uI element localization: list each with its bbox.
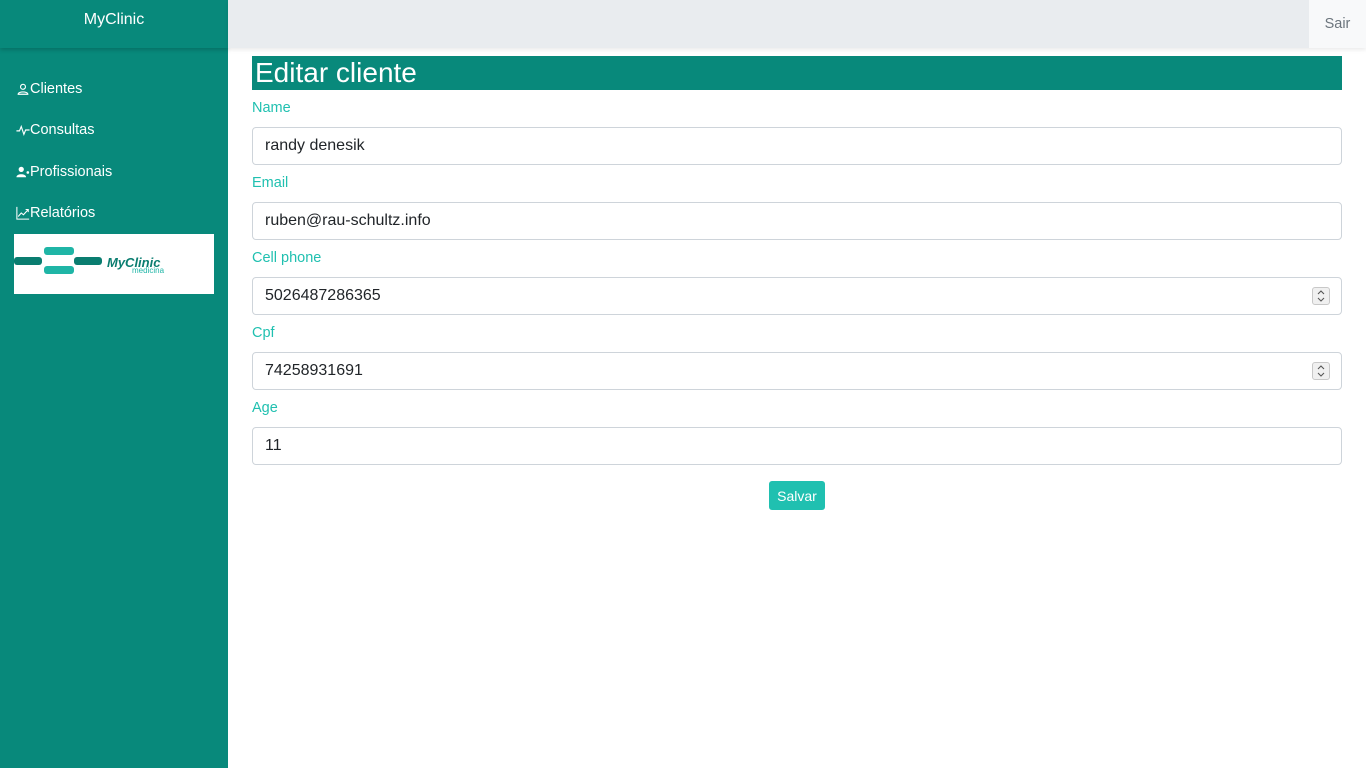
chart-icon — [16, 206, 30, 220]
sidebar: MyClinic Clientes Consultas Profissionai… — [0, 0, 228, 768]
topbar: Sair — [228, 0, 1366, 48]
brand-logo: MyClinic medicina — [14, 234, 214, 294]
sidebar-brand[interactable]: MyClinic — [0, 0, 228, 48]
cpf-label: Cpf — [252, 325, 275, 341]
sidebar-nav: Clientes Consultas Profissionais Relatór… — [0, 48, 228, 234]
email-label: Email — [252, 175, 289, 191]
email-group: Email — [252, 175, 1342, 240]
users-icon — [16, 165, 30, 179]
sidebar-item-relatorios[interactable]: Relatórios — [0, 193, 228, 235]
name-group: Name — [252, 100, 1342, 165]
sidebar-item-label: Consultas — [30, 122, 95, 139]
sidebar-item-label: Clientes — [30, 80, 83, 97]
cell-phone-group: Cell phone — [252, 250, 1342, 315]
age-label: Age — [252, 400, 278, 416]
person-icon — [16, 82, 30, 96]
chevron-up-down-icon — [1317, 365, 1325, 377]
page-title: Editar cliente — [252, 56, 1342, 90]
logo-subtext: medicina — [132, 266, 165, 275]
age-group: Age — [252, 400, 1342, 465]
age-field[interactable] — [252, 427, 1342, 465]
sidebar-item-profissionais[interactable]: Profissionais — [0, 151, 228, 193]
sidebar-item-clientes[interactable]: Clientes — [0, 68, 228, 110]
main-content: Editar cliente Name Email Cell phone Cpf — [252, 56, 1342, 510]
cpf-stepper[interactable] — [1312, 362, 1330, 380]
name-label: Name — [252, 100, 291, 116]
cpf-field[interactable] — [252, 352, 1342, 390]
sidebar-item-label: Relatórios — [30, 205, 96, 222]
email-field[interactable] — [252, 202, 1342, 240]
pulse-icon — [16, 123, 30, 137]
cpf-group: Cpf — [252, 325, 1342, 390]
cell-phone-label: Cell phone — [252, 250, 322, 266]
cell-phone-stepper[interactable] — [1312, 287, 1330, 305]
save-button[interactable]: Salvar — [769, 481, 825, 510]
logout-button[interactable]: Sair — [1309, 0, 1366, 48]
sidebar-item-consultas[interactable]: Consultas — [0, 110, 228, 152]
form-actions: Salvar — [252, 481, 1342, 510]
name-field[interactable] — [252, 127, 1342, 165]
sidebar-item-label: Profissionais — [30, 163, 113, 180]
cell-phone-field[interactable] — [252, 277, 1342, 315]
chevron-up-down-icon — [1317, 290, 1325, 302]
